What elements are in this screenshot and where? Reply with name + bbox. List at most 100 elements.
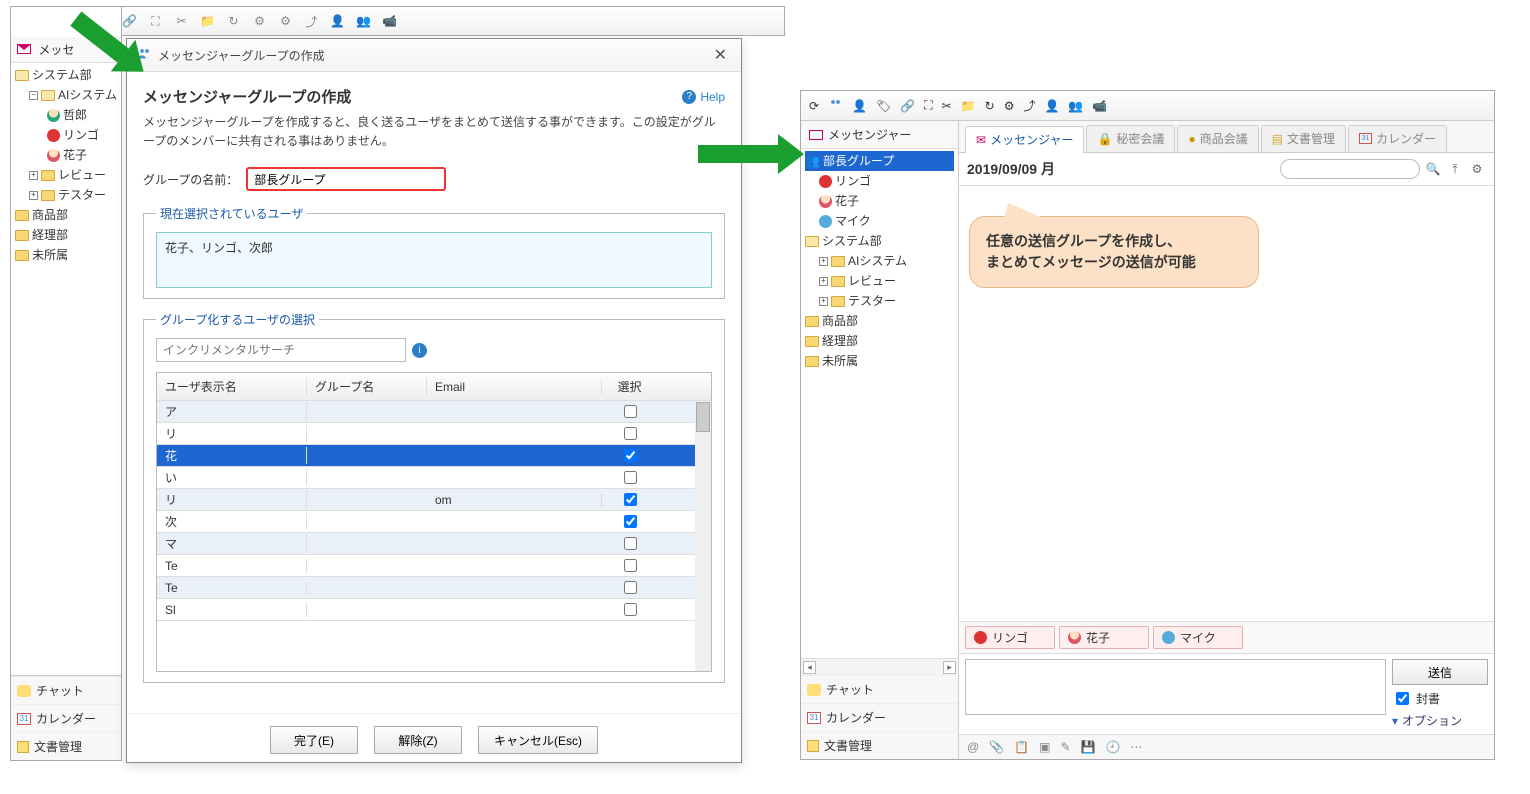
- th-username[interactable]: ユーザ表示名: [157, 378, 307, 395]
- scroll-right-icon[interactable]: ▸: [943, 661, 956, 674]
- tree-node-group[interactable]: 👥部長グループ: [805, 151, 954, 171]
- table-scrollbar[interactable]: [695, 401, 711, 672]
- table-row[interactable]: ア: [157, 401, 711, 423]
- tree-node-shohinbu[interactable]: 商品部: [805, 311, 954, 331]
- cell-select[interactable]: [602, 446, 657, 465]
- tab-docs[interactable]: ▤文書管理: [1261, 125, 1346, 152]
- row-checkbox[interactable]: [624, 515, 637, 528]
- incremental-search-input[interactable]: [156, 338, 406, 362]
- sidebar-docs-button[interactable]: 文書管理: [11, 732, 121, 760]
- refresh-icon[interactable]: ⟳: [809, 99, 819, 113]
- tree-node-keiribu[interactable]: 経理部: [15, 225, 117, 245]
- tab-secret[interactable]: 🔒秘密会議: [1086, 125, 1175, 152]
- folder-icon[interactable]: 📁: [199, 13, 216, 30]
- capture-icon[interactable]: ▣: [1039, 740, 1050, 754]
- crop-icon[interactable]: ✂: [942, 99, 952, 113]
- help-link[interactable]: ?Help: [682, 90, 725, 104]
- table-row[interactable]: 次: [157, 511, 711, 533]
- row-checkbox[interactable]: [624, 559, 637, 572]
- export-icon[interactable]: ⤴: [1023, 97, 1035, 114]
- tree-node-hanako[interactable]: 花子: [805, 191, 954, 211]
- cell-select[interactable]: [602, 578, 657, 597]
- crop-icon[interactable]: ✂: [173, 13, 190, 30]
- clear-button[interactable]: 解除(Z): [374, 726, 462, 754]
- tree-node-systembu[interactable]: システム部: [805, 231, 954, 251]
- recipient-chip[interactable]: 花子: [1059, 626, 1149, 649]
- person-off-icon[interactable]: 👥: [1068, 99, 1083, 113]
- tree-node-keiribu[interactable]: 経理部: [805, 331, 954, 351]
- cell-select[interactable]: [602, 512, 657, 531]
- gears-icon[interactable]: ⚙: [277, 13, 294, 30]
- close-icon[interactable]: ✕: [710, 45, 731, 65]
- table-row[interactable]: Te: [157, 555, 711, 577]
- sync-icon[interactable]: ↻: [225, 13, 242, 30]
- cell-select[interactable]: [602, 402, 657, 421]
- sync-icon[interactable]: ↻: [985, 99, 995, 113]
- cell-select[interactable]: [602, 600, 657, 619]
- recipient-chip[interactable]: マイク: [1153, 626, 1243, 649]
- tree-node-tester[interactable]: +テスター: [15, 185, 117, 205]
- tab-messenger[interactable]: ✉メッセンジャー: [965, 126, 1084, 153]
- recipient-chip[interactable]: リンゴ: [965, 626, 1055, 649]
- table-row[interactable]: 花: [157, 445, 711, 467]
- sidebar-calendar-button[interactable]: 31カレンダー: [11, 704, 121, 732]
- scroll-thumb[interactable]: [696, 402, 710, 432]
- expand-icon[interactable]: +: [819, 297, 828, 306]
- table-row[interactable]: Te: [157, 577, 711, 599]
- tree-node-shohinbu[interactable]: 商品部: [15, 205, 117, 225]
- compose-textarea[interactable]: [965, 659, 1386, 715]
- row-checkbox[interactable]: [624, 427, 637, 440]
- row-checkbox[interactable]: [624, 603, 637, 616]
- tree-node-systembu[interactable]: システム部: [15, 65, 117, 85]
- info-icon[interactable]: i: [412, 343, 427, 358]
- table-row[interactable]: リom: [157, 489, 711, 511]
- group-icon[interactable]: [828, 97, 843, 115]
- table-row[interactable]: い: [157, 467, 711, 489]
- row-checkbox[interactable]: [624, 537, 637, 550]
- select-icon[interactable]: ⛶: [924, 98, 932, 113]
- table-row[interactable]: Sl: [157, 599, 711, 621]
- link-icon[interactable]: 🔗: [900, 99, 915, 113]
- export-icon[interactable]: ⤴: [303, 13, 320, 30]
- scroll-top-icon[interactable]: ⤒: [1446, 160, 1464, 178]
- cell-select[interactable]: [602, 534, 657, 553]
- gear-icon[interactable]: ⚙: [1004, 99, 1015, 113]
- send-button[interactable]: 送信: [1392, 659, 1488, 685]
- cell-select[interactable]: [602, 424, 657, 443]
- settings-icon[interactable]: ⚙: [1468, 160, 1486, 178]
- th-groupname[interactable]: グループ名: [307, 378, 427, 395]
- tab-product[interactable]: ●商品会議: [1177, 125, 1258, 152]
- gear-icon[interactable]: ⚙: [251, 13, 268, 30]
- tree-node-mishozoku[interactable]: 未所属: [805, 351, 954, 371]
- th-select[interactable]: 選択: [602, 378, 657, 395]
- tree-node-ringo[interactable]: リンゴ: [15, 125, 117, 145]
- tree-node-ai[interactable]: −AIシステム: [15, 85, 117, 105]
- seal-checkbox[interactable]: [1396, 692, 1409, 705]
- tree-node-mishozoku[interactable]: 未所属: [15, 245, 117, 265]
- sidebar-calendar-button[interactable]: 31カレンダー: [801, 703, 958, 731]
- sidebar-docs-button[interactable]: 文書管理: [801, 731, 958, 759]
- expand-icon[interactable]: +: [29, 191, 38, 200]
- tree-node-mike[interactable]: マイク: [805, 211, 954, 231]
- search-icon[interactable]: 🔍: [1424, 160, 1442, 178]
- sidebar-chat-button[interactable]: チャット: [11, 676, 121, 704]
- person-icon[interactable]: 👤: [329, 13, 346, 30]
- cell-select[interactable]: [602, 468, 657, 487]
- mention-icon[interactable]: @: [967, 740, 979, 754]
- expand-icon[interactable]: +: [29, 171, 38, 180]
- tree-node-review[interactable]: +レビュー: [15, 165, 117, 185]
- tree-node-ringo[interactable]: リンゴ: [805, 171, 954, 191]
- tree-node-tester[interactable]: +テスター: [805, 291, 954, 311]
- search-input[interactable]: [1280, 159, 1420, 179]
- save-icon[interactable]: 💾: [1081, 740, 1096, 754]
- tab-calendar[interactable]: 31カレンダー: [1348, 125, 1447, 152]
- row-checkbox[interactable]: [624, 493, 637, 506]
- seal-checkbox-row[interactable]: 封書: [1392, 689, 1488, 708]
- clipboard-icon[interactable]: 📋: [1014, 740, 1029, 754]
- option-toggle[interactable]: ▾オプション: [1392, 712, 1488, 729]
- expand-icon[interactable]: +: [819, 277, 828, 286]
- scroll-left-icon[interactable]: ◂: [803, 661, 816, 674]
- tree-node-review[interactable]: +レビュー: [805, 271, 954, 291]
- person-icon[interactable]: 👤: [1044, 99, 1059, 113]
- row-checkbox[interactable]: [624, 405, 637, 418]
